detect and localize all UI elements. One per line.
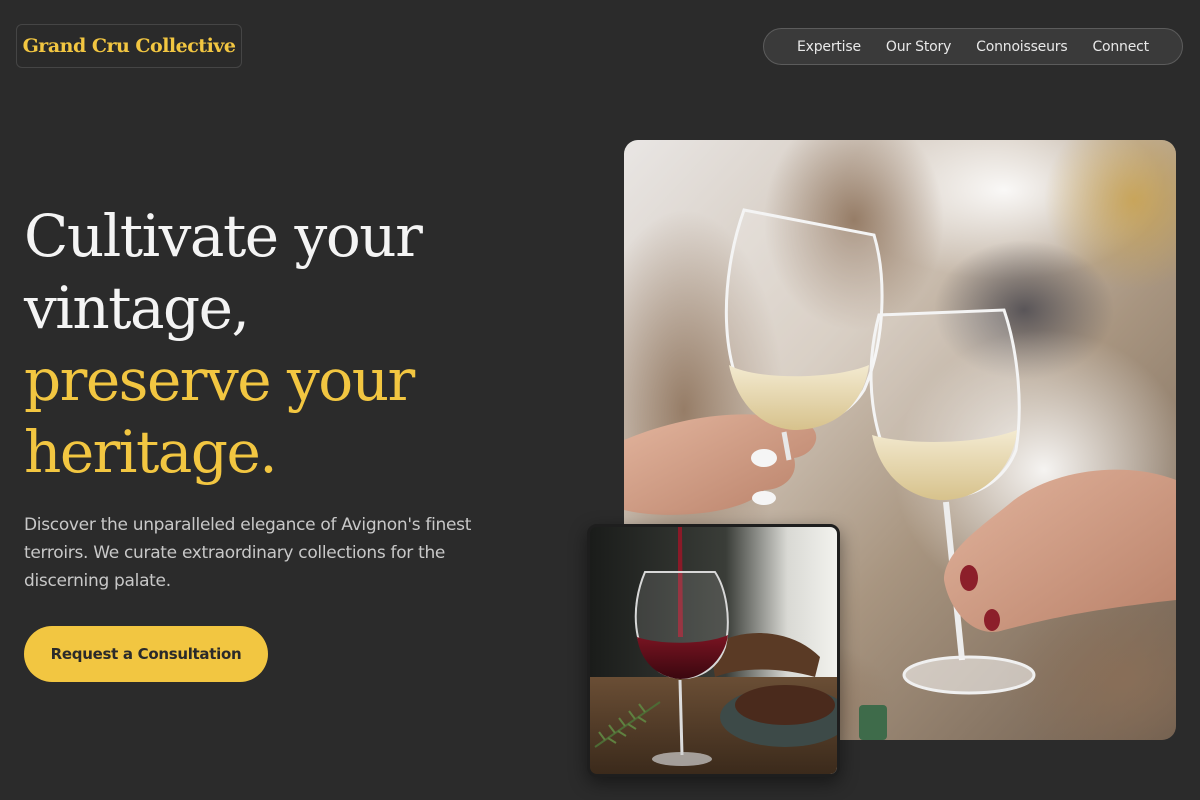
nav-item-connect[interactable]: Connect <box>1092 39 1149 55</box>
brand-name: Grand Cru Collective <box>22 35 236 57</box>
hero-description: Discover the unparalleled elegance of Av… <box>24 515 472 591</box>
request-consultation-button[interactable]: Request a Consultation <box>24 626 268 682</box>
landing-page: Grand Cru Collective Expertise Our Story… <box>0 0 1200 800</box>
nav-item-expertise[interactable]: Expertise <box>797 39 861 55</box>
nav-item-connoisseurs[interactable]: Connoisseurs <box>976 39 1067 55</box>
main-nav: Expertise Our Story Connoisseurs Connect <box>763 28 1183 65</box>
headline-line-1: Cultivate your vintage, <box>24 202 423 342</box>
brand-logo[interactable]: Grand Cru Collective <box>16 24 242 68</box>
hero-headline: Cultivate your vintage, preserve your he… <box>24 200 584 488</box>
nav-item-our-story[interactable]: Our Story <box>886 39 951 55</box>
red-wine-pour-illustration <box>590 527 837 774</box>
headline-line-2: preserve your heritage. <box>24 346 415 486</box>
red-wine-pour-photo <box>587 524 840 777</box>
